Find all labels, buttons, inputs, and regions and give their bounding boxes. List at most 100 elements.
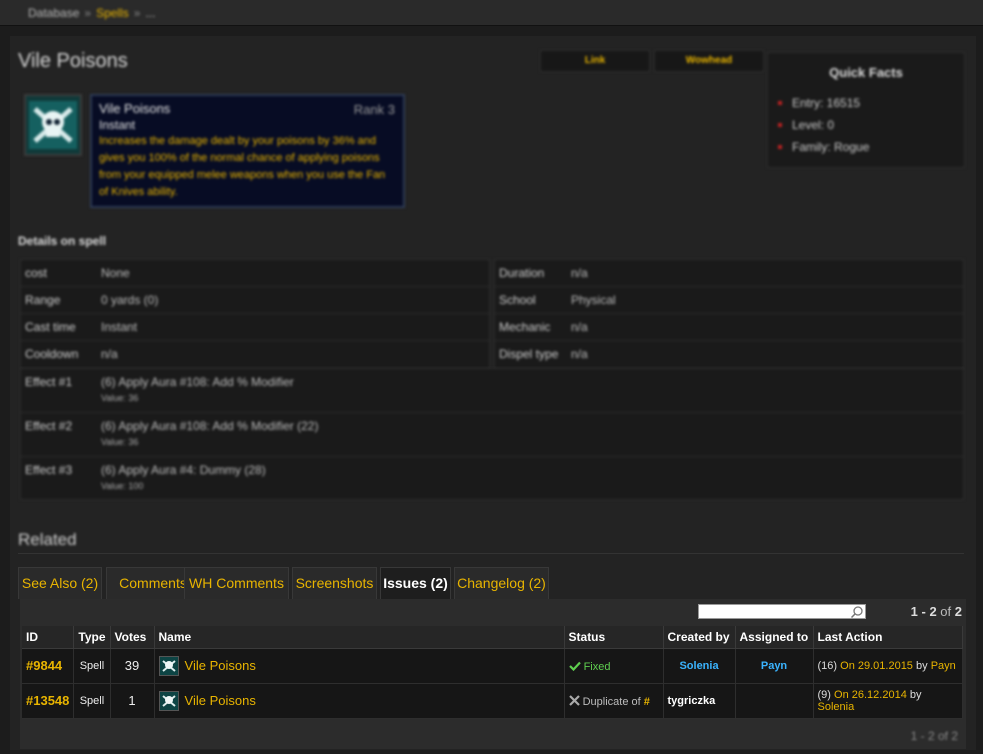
effect-row: Effect #1 (6) Apply Aura #108: Add % Mod… (21, 369, 963, 413)
effect-value: (6) Apply Aura #108: Add % Modifier (22) (101, 419, 319, 433)
effect-row: Effect #3 (6) Apply Aura #4: Dummy (28) … (21, 457, 963, 501)
breadcrumb: Database» Spells»... (28, 6, 156, 20)
col-last-action[interactable]: Last Action (813, 626, 964, 649)
effect-key: Effect #2 (25, 419, 73, 433)
col-assigned-to[interactable]: Assigned to (735, 626, 814, 649)
issue-votes: 39 (110, 648, 155, 684)
skull-icon (158, 690, 179, 711)
issue-votes: 1 (110, 683, 155, 719)
effect-sub: Value: 36 (101, 437, 139, 447)
detail-value: Instant (101, 320, 138, 334)
col-id[interactable]: ID (22, 626, 75, 649)
effect-row: Effect #2 (6) Apply Aura #108: Add % Mod… (21, 413, 963, 457)
detail-row: School Physical (495, 287, 963, 314)
issue-created-by[interactable]: Solenia (663, 648, 736, 684)
detail-key: School (499, 293, 536, 307)
detail-value: n/a (101, 347, 118, 361)
issue-id-link[interactable]: #13548 (26, 693, 69, 708)
tab-changelog[interactable]: Changelog (2) (454, 567, 549, 599)
last-action-by: by (909, 688, 922, 701)
detail-key: Duration (499, 266, 545, 280)
breadcrumb-database[interactable]: Database (28, 6, 79, 20)
quick-fact-family: Family: Rogue (768, 136, 964, 158)
issues-table: ID Type Votes Name Status Created by Ass… (22, 626, 964, 719)
issue-name-cell: Vile Poisons (154, 683, 565, 719)
detail-row: cost None (21, 260, 489, 287)
details-right-table: Duration n/a School Physical Mechanic n/a D… (494, 259, 964, 369)
issue-id-link[interactable]: #9844 (26, 658, 62, 673)
detail-value: 0 yards (0) (101, 293, 159, 307)
issue-assigned-to (735, 683, 814, 719)
detail-key: Mechanic (499, 320, 551, 334)
detail-row: Cooldown n/a (21, 341, 489, 368)
col-created-by[interactable]: Created by (663, 626, 736, 649)
issue-status: Duplicate of (582, 695, 641, 708)
tooltip-name: Vile Poisons (99, 101, 171, 116)
checkmark-icon (568, 661, 581, 671)
skull-icon (158, 655, 179, 676)
tab-see-also[interactable]: See Also (2) (18, 567, 102, 599)
issue-status-cell: Fixed (564, 648, 664, 684)
divider (18, 553, 964, 554)
detail-row: Range 0 yards (0) (21, 287, 489, 314)
page-title: Vile Poisons (18, 50, 128, 72)
effect-sub: Value: 100 (101, 481, 144, 491)
link-button[interactable]: Link (540, 50, 650, 72)
tooltip-description: Increases the damage dealt by your poiso… (99, 135, 386, 198)
duplicate-link[interactable]: # (644, 696, 650, 708)
tab-screenshots[interactable]: Screenshots (292, 567, 377, 599)
issue-last-action: (16) On 29.01.2015 by Payn (813, 648, 964, 684)
wowhead-button[interactable]: Wowhead (654, 50, 764, 72)
issue-status-cell: Duplicate of # (564, 683, 664, 719)
effect-key: Effect #3 (25, 463, 73, 477)
details-left-table: cost None Range 0 yards (0) Cast time Insta… (20, 259, 490, 369)
top-bar: Database» Spells»... (0, 0, 983, 26)
issue-status: Fixed (583, 660, 611, 673)
issues-search-input[interactable] (698, 604, 866, 619)
issue-name-link[interactable]: Vile Poisons (185, 693, 256, 708)
detail-key: cost (25, 266, 48, 280)
skull-icon (29, 101, 77, 149)
quick-fact-level: Level: 0 (768, 114, 964, 136)
detail-row: Cast time Instant (21, 314, 489, 341)
effect-value: (6) Apply Aura #108: Add % Modifier (101, 375, 294, 389)
last-action-user[interactable]: Payn (931, 660, 956, 672)
issue-id-cell: #9844 (22, 648, 75, 684)
quick-facts-box: Quick Facts Entry: 16515 Level: 0 Family… (767, 52, 965, 168)
detail-row: Duration n/a (495, 260, 963, 287)
breadcrumb-spells[interactable]: Spells (96, 6, 129, 20)
issue-name-cell: Vile Poisons (154, 648, 565, 684)
search-icon[interactable] (850, 605, 864, 619)
breadcrumb-more[interactable]: ... (145, 6, 155, 20)
detail-key: Cast time (25, 320, 76, 334)
last-action-user[interactable]: Solenia (818, 701, 855, 713)
spell-tooltip: Vile Poisons Rank 3 Instant Increases th… (90, 94, 405, 208)
issue-created-by[interactable]: tygriczka (663, 683, 736, 719)
tab-issues[interactable]: Issues (2) (380, 567, 451, 599)
quick-facts-title: Quick Facts (829, 65, 903, 80)
pager-bottom: 1 - 2 of 2 (910, 729, 958, 743)
tooltip-cast: Instant (99, 118, 136, 132)
issue-name-link[interactable]: Vile Poisons (185, 658, 256, 673)
last-action-date[interactable]: On 26.12.2014 (834, 689, 907, 701)
issue-type: Spell (73, 648, 111, 684)
effect-value: (6) Apply Aura #4: Dummy (28) (101, 463, 266, 477)
detail-value: n/a (571, 266, 588, 280)
pager-of: of (940, 604, 952, 619)
tooltip-rank: Rank 3 (353, 102, 395, 117)
spell-icon (24, 94, 82, 156)
col-name[interactable]: Name (154, 626, 565, 649)
tab-wh-comments[interactable]: WH Comments (184, 567, 289, 599)
detail-row: Mechanic n/a (495, 314, 963, 341)
effect-sub: Value: 36 (101, 393, 139, 403)
issue-assigned-to[interactable]: Payn (735, 648, 814, 684)
detail-key: Cooldown (25, 347, 79, 361)
pager-total: 2 (954, 604, 962, 619)
quick-fact-entry: Entry: 16515 (768, 92, 964, 114)
col-status[interactable]: Status (564, 626, 664, 649)
last-action-date[interactable]: On 29.01.2015 (840, 660, 913, 672)
col-votes[interactable]: Votes (110, 626, 155, 649)
last-action-count: (16) (817, 659, 838, 672)
table-header-row: ID Type Votes Name Status Created by Ass… (22, 626, 964, 649)
col-type[interactable]: Type (73, 626, 111, 649)
